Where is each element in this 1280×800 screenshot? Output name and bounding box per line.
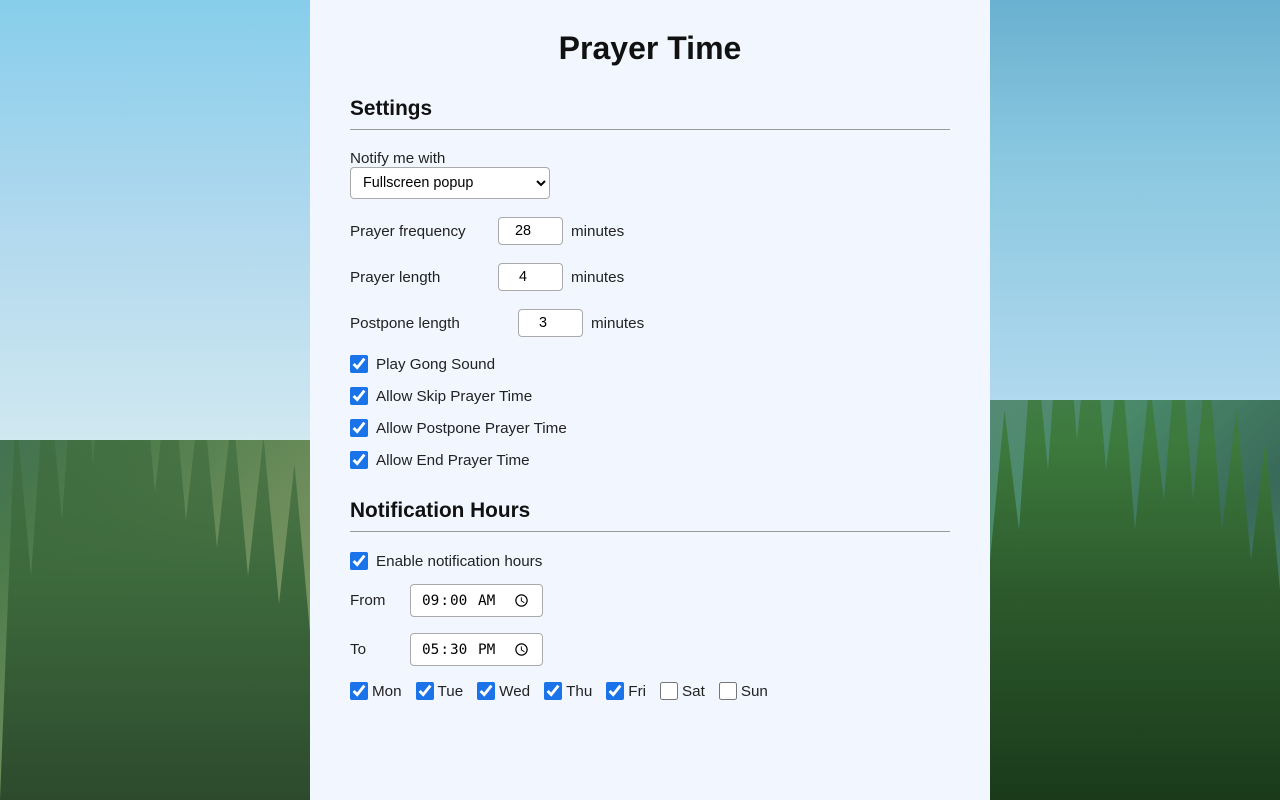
day-thu-label: Thu: [566, 683, 592, 700]
enable-notification-row: Enable notification hours: [350, 552, 950, 570]
enable-notification-label: Enable notification hours: [376, 553, 542, 570]
day-tue-checkbox[interactable]: [416, 682, 434, 700]
day-fri: Fri: [606, 682, 646, 700]
play-gong-row: Play Gong Sound: [350, 355, 950, 373]
allow-end-checkbox[interactable]: [350, 451, 368, 469]
prayer-frequency-input[interactable]: [498, 217, 563, 245]
notification-hours-heading: Notification Hours: [350, 499, 950, 523]
prayer-length-row: Prayer length minutes: [350, 263, 950, 291]
from-time-input[interactable]: [410, 584, 543, 617]
notify-select[interactable]: Fullscreen popup Notification Sound only: [350, 167, 550, 199]
day-mon-label: Mon: [372, 683, 402, 700]
day-thu-checkbox[interactable]: [544, 682, 562, 700]
play-gong-label: Play Gong Sound: [376, 356, 495, 373]
prayer-frequency-label: Prayer frequency: [350, 223, 490, 240]
play-gong-checkbox[interactable]: [350, 355, 368, 373]
allow-skip-checkbox[interactable]: [350, 387, 368, 405]
prayer-frequency-minutes: minutes: [571, 223, 624, 240]
from-time-row: From: [350, 584, 950, 617]
background-right: [990, 0, 1280, 800]
postpone-length-label: Postpone length: [350, 315, 510, 332]
page-title: Prayer Time: [350, 30, 950, 67]
day-thu: Thu: [544, 682, 592, 700]
from-label: From: [350, 592, 400, 609]
to-label: To: [350, 641, 400, 658]
prayer-length-minutes: minutes: [571, 269, 624, 286]
notification-hours-divider: [350, 531, 950, 532]
day-mon: Mon: [350, 682, 402, 700]
allow-end-label: Allow End Prayer Time: [376, 452, 530, 469]
day-sat: Sat: [660, 682, 705, 700]
day-sun-label: Sun: [741, 683, 768, 700]
to-time-row: To: [350, 633, 950, 666]
postpone-length-row: Postpone length minutes: [350, 309, 950, 337]
notify-field: Notify me with Fullscreen popup Notifica…: [350, 150, 950, 199]
day-wed-checkbox[interactable]: [477, 682, 495, 700]
days-row: Mon Tue Wed Thu Fri Sat: [350, 682, 950, 700]
prayer-length-input[interactable]: [498, 263, 563, 291]
notify-label: Notify me with: [350, 150, 950, 167]
day-tue-label: Tue: [438, 683, 464, 700]
allow-skip-label: Allow Skip Prayer Time: [376, 388, 532, 405]
allow-end-row: Allow End Prayer Time: [350, 451, 950, 469]
to-time-input[interactable]: [410, 633, 543, 666]
day-sun: Sun: [719, 682, 768, 700]
settings-heading: Settings: [350, 97, 950, 121]
day-wed-label: Wed: [499, 683, 530, 700]
day-sat-label: Sat: [682, 683, 705, 700]
notification-hours-section: Notification Hours Enable notification h…: [350, 499, 950, 700]
day-sat-checkbox[interactable]: [660, 682, 678, 700]
postpone-length-minutes: minutes: [591, 315, 644, 332]
day-tue: Tue: [416, 682, 464, 700]
background-left: [0, 0, 310, 800]
allow-postpone-checkbox[interactable]: [350, 419, 368, 437]
settings-section: Settings Notify me with Fullscreen popup…: [350, 97, 950, 469]
day-sun-checkbox[interactable]: [719, 682, 737, 700]
allow-postpone-label: Allow Postpone Prayer Time: [376, 420, 567, 437]
day-fri-checkbox[interactable]: [606, 682, 624, 700]
enable-notification-checkbox[interactable]: [350, 552, 368, 570]
prayer-length-label: Prayer length: [350, 269, 490, 286]
allow-skip-row: Allow Skip Prayer Time: [350, 387, 950, 405]
allow-postpone-row: Allow Postpone Prayer Time: [350, 419, 950, 437]
day-fri-label: Fri: [628, 683, 646, 700]
main-panel: Prayer Time Settings Notify me with Full…: [310, 0, 990, 800]
postpone-length-input[interactable]: [518, 309, 583, 337]
day-mon-checkbox[interactable]: [350, 682, 368, 700]
settings-divider: [350, 129, 950, 130]
day-wed: Wed: [477, 682, 530, 700]
prayer-frequency-row: Prayer frequency minutes: [350, 217, 950, 245]
